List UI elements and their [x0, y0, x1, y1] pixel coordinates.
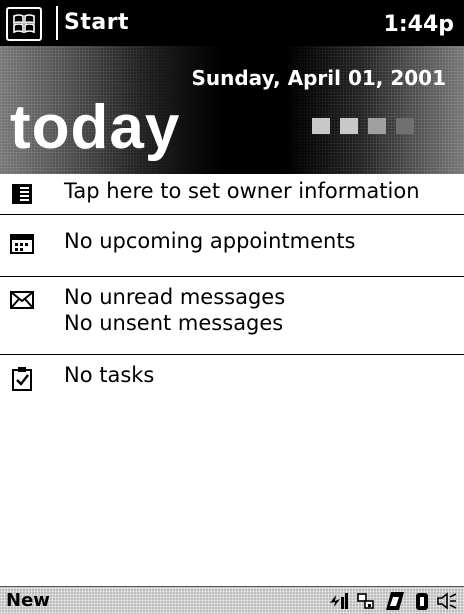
tasks-text: No tasks: [64, 363, 155, 387]
title-separator: [56, 6, 58, 40]
date-label: Sunday, April 01, 2001: [191, 66, 446, 90]
new-button[interactable]: New: [6, 590, 50, 611]
speaker-icon[interactable]: [436, 590, 458, 612]
divider: [0, 354, 464, 355]
system-tray: [328, 589, 458, 613]
ir-icon[interactable]: [382, 590, 408, 612]
envelope-icon: [10, 288, 34, 312]
calendar-icon: [10, 232, 34, 256]
tasks-clipboard-icon: [10, 366, 34, 391]
title-bar: Start 1:44p: [0, 0, 464, 46]
windows-flag-icon[interactable]: [6, 7, 42, 41]
owner-card-icon: [10, 182, 34, 206]
today-title: today: [10, 93, 181, 162]
messages-item[interactable]: No unread messages No unsent messages: [0, 284, 464, 340]
unsent-messages-text: No unsent messages: [64, 311, 284, 335]
appointments-text: No upcoming appointments: [64, 229, 356, 253]
start-button[interactable]: Start: [64, 10, 129, 35]
appointments-item[interactable]: No upcoming appointments: [0, 226, 464, 256]
divider: [0, 214, 464, 215]
unread-messages-text: No unread messages: [64, 285, 286, 309]
signal-icon[interactable]: [328, 591, 350, 611]
battery-icon[interactable]: [414, 590, 430, 612]
connectivity-icon[interactable]: [356, 591, 376, 611]
today-banner: Sunday, April 01, 2001 today: [0, 46, 464, 174]
banner-decoration: [312, 118, 414, 134]
clock[interactable]: 1:44p: [384, 12, 454, 37]
owner-info-item[interactable]: Tap here to set owner information: [0, 178, 464, 208]
divider: [0, 276, 464, 277]
tasks-item[interactable]: No tasks: [0, 362, 464, 392]
command-bar: New: [0, 586, 464, 614]
owner-info-text: Tap here to set owner information: [64, 179, 420, 203]
